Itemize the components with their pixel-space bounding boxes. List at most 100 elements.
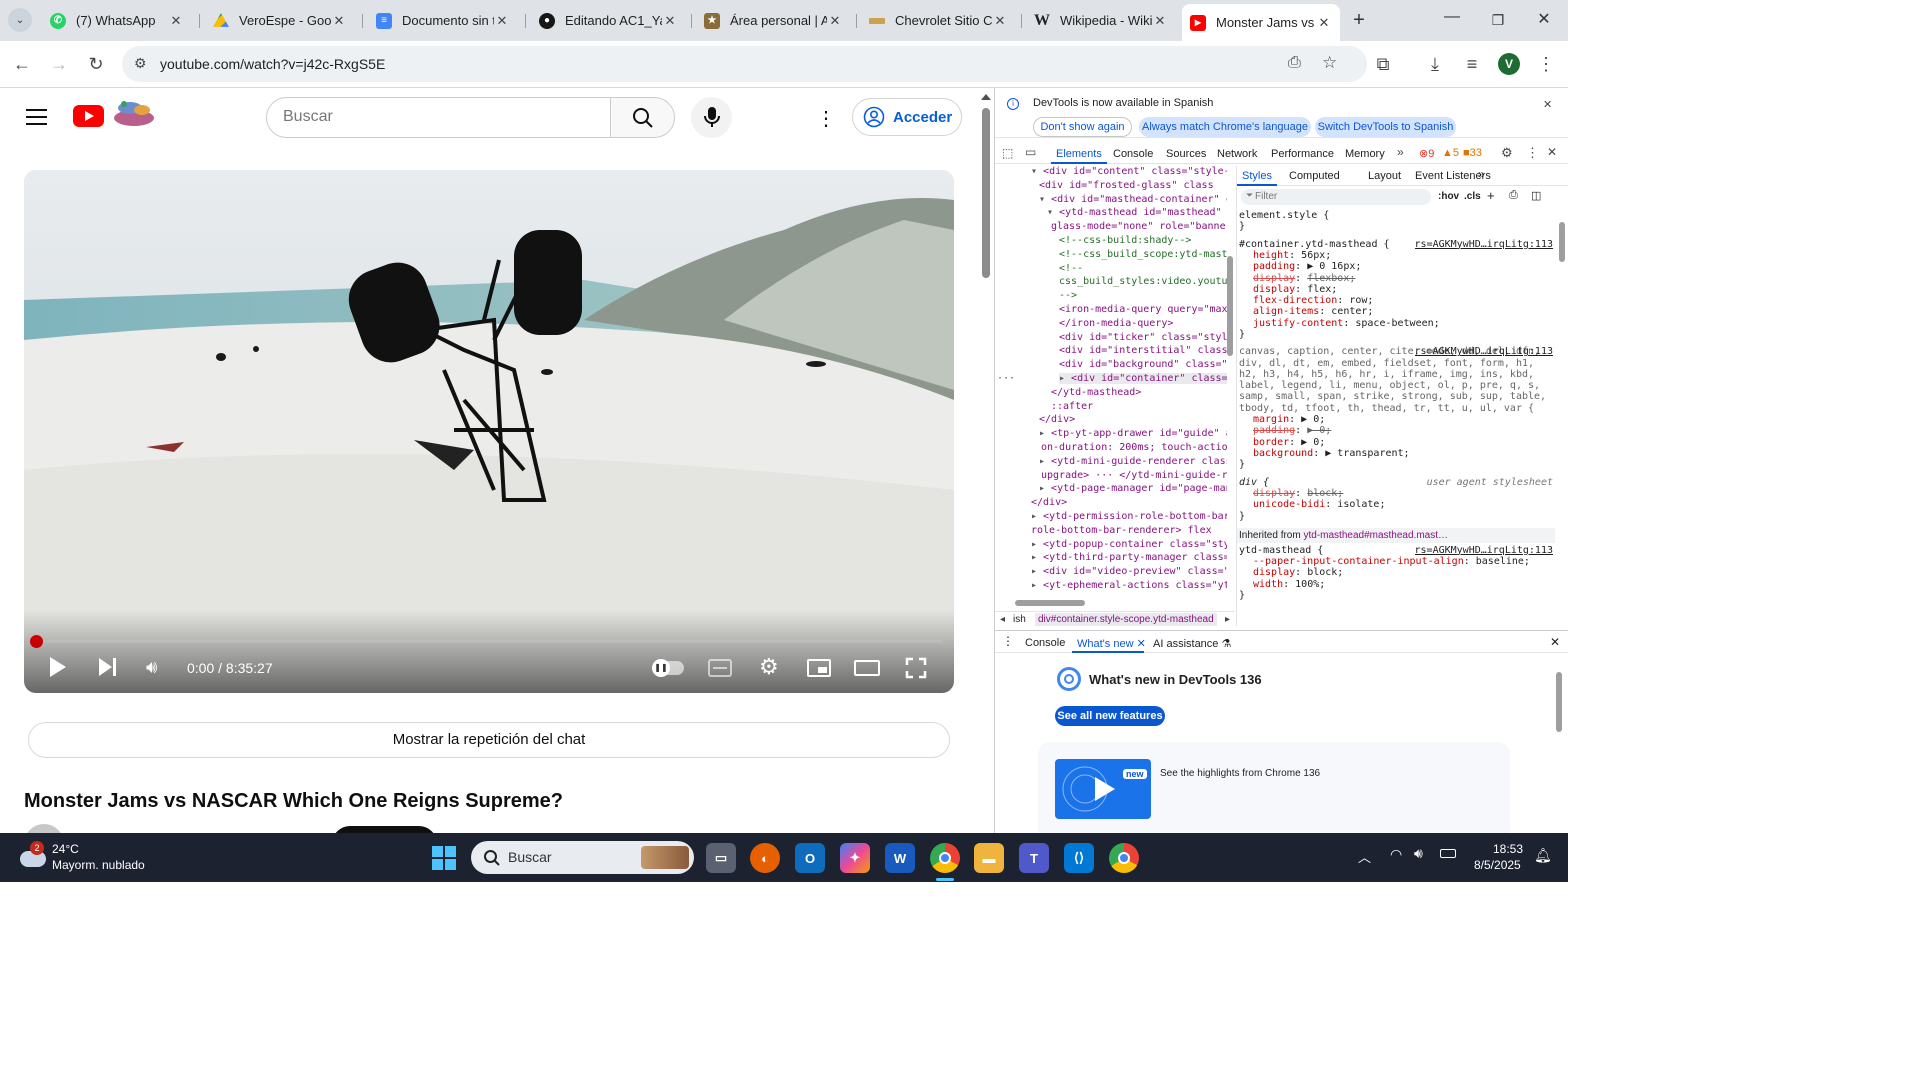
media-controls-button[interactable]: ≡ — [1461, 53, 1483, 75]
close-icon[interactable]: ✕ — [1316, 15, 1332, 31]
taskbar-search-box[interactable]: Buscar — [471, 841, 694, 874]
address-bar[interactable]: ⚙ youtube.com/watch?v=j42c-RxgS5E ⎙ ☆ — [122, 46, 1367, 82]
back-button[interactable]: ← — [11, 53, 33, 75]
dont-show-again-button[interactable]: Don't show again — [1033, 117, 1132, 137]
dom-tree[interactable]: ▾ <div id="content" class="style-sco <div… — [995, 166, 1227, 686]
youtube-logo[interactable] — [73, 105, 104, 127]
dom-node[interactable]: ▸ <tp-yt-app-drawer id="guide" ali — [1039, 428, 1227, 439]
browser-tab[interactable]: Chevrolet Sitio C ✕ — [861, 6, 1016, 35]
warning-count-icon[interactable]: ▲5 — [1442, 147, 1459, 159]
voice-search-button[interactable] — [691, 97, 732, 138]
breadcrumb-item[interactable]: ish — [1013, 614, 1026, 625]
chrome-icon[interactable] — [1109, 843, 1139, 873]
new-rule-icon[interactable]: + — [1487, 188, 1495, 203]
dom-scrollbar[interactable] — [1226, 166, 1234, 686]
tab-memory[interactable]: Memory — [1345, 148, 1385, 160]
close-icon[interactable]: ✕ — [992, 13, 1008, 29]
dom-node[interactable]: glass-mode="none" role="banner" — [1051, 221, 1227, 232]
hover-state-toggle[interactable]: :hov — [1438, 191, 1459, 202]
hamburger-menu-icon[interactable] — [26, 109, 47, 125]
browser-tab[interactable]: ✆ (7) WhatsApp ✕ — [42, 6, 192, 35]
css-property[interactable]: --paper-input-container-input-align: bas… — [1253, 556, 1553, 567]
expand-arrow-icon[interactable]: ▸ — [1039, 483, 1051, 494]
css-property[interactable]: height: 56px; — [1253, 250, 1553, 261]
close-icon[interactable]: ✕ — [827, 13, 843, 29]
dom-hscrollbar[interactable] — [1009, 599, 1219, 607]
css-property[interactable]: margin: ▶ 0; — [1253, 414, 1553, 425]
toggle-print-icon[interactable]: ⎙ — [1509, 189, 1518, 202]
channel-avatar[interactable] — [24, 824, 64, 833]
page-scrollbar[interactable] — [978, 88, 994, 833]
css-property[interactable]: padding: ▶ 0 16px; — [1253, 261, 1553, 272]
word-icon[interactable]: W — [885, 843, 915, 873]
new-tab-button[interactable]: + — [1347, 8, 1371, 32]
subscribe-button[interactable] — [332, 826, 437, 833]
close-icon[interactable]: ✕ — [494, 13, 510, 29]
site-info-icon[interactable]: ⚙ — [134, 55, 147, 72]
drawer-menu-icon[interactable]: ⋮ — [1002, 634, 1014, 648]
dom-node[interactable]: </ytd-masthead> — [1051, 387, 1227, 398]
minimize-button[interactable]: — — [1440, 8, 1464, 32]
dom-node[interactable]: ▸ <ytd-mini-guide-renderer class=" — [1039, 456, 1227, 467]
dom-node[interactable]: </iron-media-query> — [1059, 318, 1227, 329]
doodle-logo[interactable] — [108, 96, 160, 130]
drawer-scrollbar[interactable] — [1555, 657, 1563, 832]
expand-arrow-icon[interactable]: ▾ — [1047, 207, 1059, 218]
dom-node[interactable]: ▸ <div id="video-preview" class="sty — [1031, 566, 1227, 577]
vscode-icon[interactable]: ⟨⟩ — [1064, 843, 1094, 873]
reload-button[interactable]: ↻ — [85, 53, 107, 75]
forward-button[interactable]: → — [48, 53, 70, 75]
search-input[interactable]: Buscar — [266, 97, 611, 138]
class-toggle[interactable]: .cls — [1464, 191, 1481, 202]
tab-console[interactable]: Console — [1113, 148, 1153, 160]
dom-node[interactable]: ▸ <ytd-third-party-manager class="st — [1031, 552, 1227, 563]
dom-node[interactable]: ::after — [1051, 401, 1227, 412]
expand-arrow-icon[interactable]: ▸ — [1031, 539, 1043, 550]
expand-arrow-icon[interactable]: ▸ — [1059, 373, 1071, 384]
css-property[interactable]: background: ▶ transparent; — [1253, 448, 1553, 459]
breadcrumb-right-icon[interactable]: ▸ — [1225, 614, 1230, 625]
dom-node[interactable]: <!-- — [1059, 263, 1227, 274]
chrome-profile-icon[interactable] — [930, 843, 960, 873]
css-property[interactable]: unicode-bidi: isolate; — [1253, 499, 1553, 510]
drawer-tab-ai-assistance[interactable]: AI assistance ⚗ — [1153, 637, 1231, 650]
dom-node[interactable]: ▾ <div id="masthead-container" cla — [1039, 194, 1227, 205]
copilot-icon[interactable]: ✦ — [840, 843, 870, 873]
chrome-menu-button[interactable]: ⋮ — [1535, 53, 1557, 75]
subtitles-button[interactable] — [708, 659, 732, 677]
search-button[interactable] — [610, 97, 675, 138]
extensions-button[interactable]: ⧉ — [1372, 53, 1394, 75]
see-all-features-button[interactable]: See all new features — [1055, 706, 1165, 726]
dom-node[interactable]: ▾ <div id="content" class="style-sco — [1031, 166, 1227, 177]
firefox-icon[interactable]: ◐ — [750, 843, 780, 873]
dom-node[interactable]: <div id="ticker" class="style — [1059, 332, 1227, 343]
error-count-icon[interactable]: ⊗9 — [1419, 147, 1434, 160]
clock-time[interactable]: 18:53 — [1493, 842, 1523, 856]
style-source-link[interactable]: rs=AGKMywHD…irqLitg:113 — [1415, 545, 1553, 556]
browser-tab[interactable]: ★ Área personal | A ✕ — [696, 6, 851, 35]
dom-node[interactable]: <div id="background" class="s — [1059, 359, 1227, 370]
dom-node[interactable]: css_build_styles:video.youtub — [1059, 276, 1227, 287]
bookmark-star-icon[interactable]: ☆ — [1322, 53, 1337, 73]
dom-node[interactable]: <div id="interstitial" class= — [1059, 345, 1227, 356]
styles-scrollbar[interactable] — [1558, 210, 1566, 626]
expand-arrow-icon[interactable]: ▸ — [1039, 428, 1051, 439]
tab-sources[interactable]: Sources — [1166, 148, 1206, 160]
video-player[interactable]: 🔊︎ 0:00 / 8:35:27 ❚❚ ⚙ — [24, 170, 954, 693]
css-property[interactable]: width: 100%; — [1253, 579, 1553, 590]
tab-computed[interactable]: Computed — [1289, 170, 1340, 182]
close-drawer-icon[interactable]: ✕ — [1550, 635, 1560, 649]
expand-arrow-icon[interactable]: ▸ — [1031, 580, 1043, 591]
sign-in-button[interactable]: Acceder — [852, 98, 962, 136]
close-devtools-icon[interactable]: ✕ — [1547, 145, 1557, 159]
dom-node[interactable]: role-bottom-bar-renderer> flex — [1031, 525, 1227, 536]
show-hidden-icons[interactable]: ︿ — [1358, 847, 1371, 866]
outlook-icon[interactable]: O — [795, 843, 825, 873]
style-source-link[interactable]: rs=AGKMywHD…irqLitg:113 — [1415, 239, 1553, 250]
expand-arrow-icon[interactable]: ▸ — [1031, 566, 1043, 577]
notifications-icon[interactable]: 🔔︎ — [1534, 847, 1552, 864]
next-button[interactable] — [99, 658, 119, 678]
settings-more-button[interactable]: ⋮ — [816, 106, 836, 130]
close-window-button[interactable]: ✕ — [1532, 8, 1556, 32]
install-app-icon[interactable]: ⎙ — [1288, 54, 1301, 72]
